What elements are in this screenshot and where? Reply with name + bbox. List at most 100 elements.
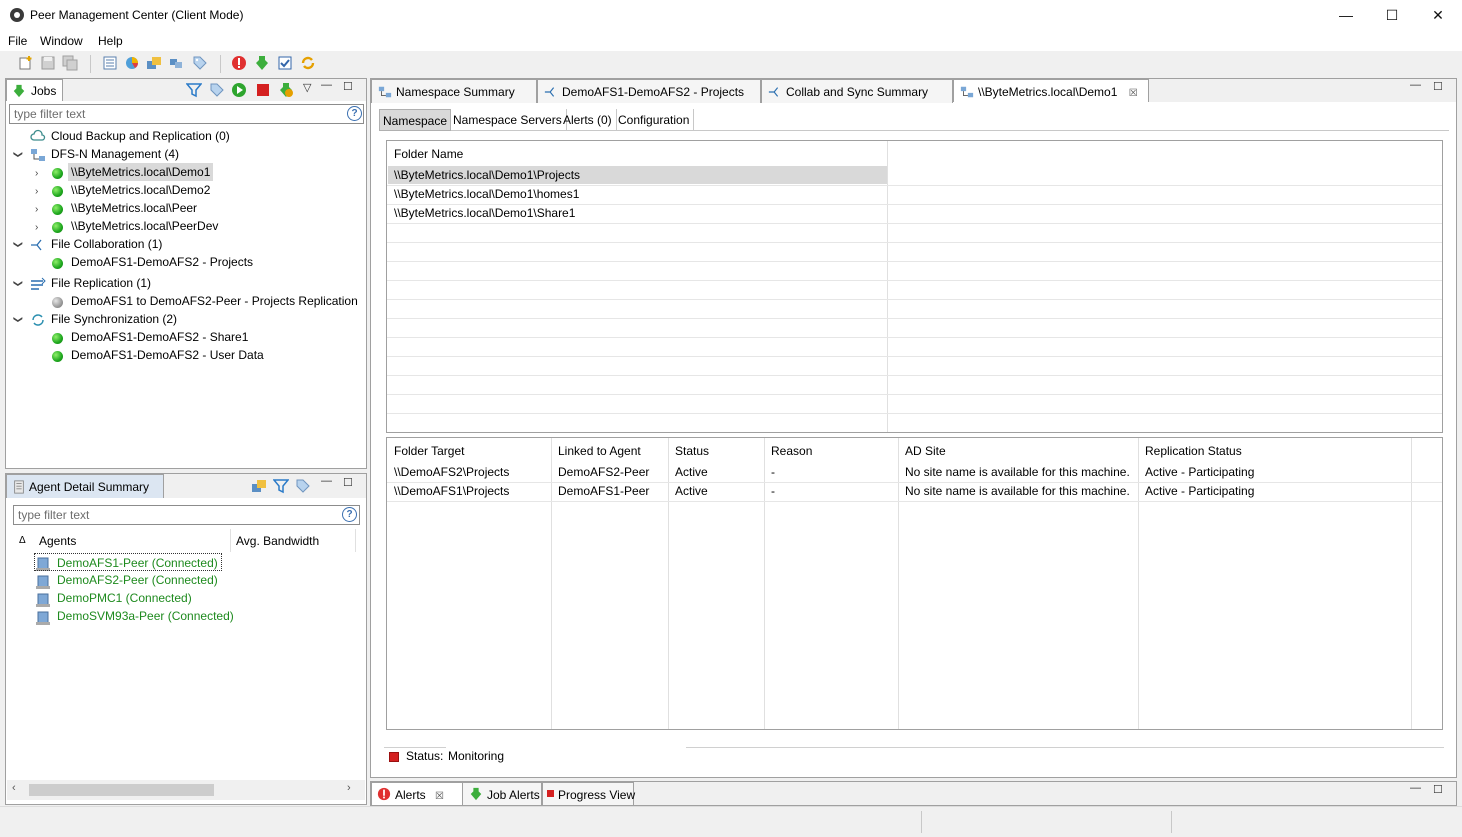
maximize-button[interactable]: ☐ <box>1369 0 1415 31</box>
expand-arrow-icon[interactable]: ❯ <box>12 241 23 249</box>
close-tab-icon[interactable]: ☒ <box>1129 88 1138 99</box>
folder-row[interactable]: \\ByteMetrics.local\Demo1\Projects <box>394 166 580 184</box>
expand-arrow-icon[interactable]: › <box>35 168 38 179</box>
tree-item-demo2[interactable]: \\ByteMetrics.local\Demo2 <box>71 181 210 199</box>
tree-item-replication-job[interactable]: DemoAFS1 to DemoAFS2-Peer - Projects Rep… <box>71 292 358 310</box>
help-icon[interactable]: ? <box>347 106 362 121</box>
col-ad-site[interactable]: AD Site <box>905 444 946 458</box>
tab-demo1-label: \\ByteMetrics.local\Demo1 <box>978 85 1118 99</box>
col-avg-bandwidth[interactable]: Avg. Bandwidth <box>236 534 319 548</box>
tag-icon[interactable] <box>209 82 225 98</box>
filter-icon[interactable] <box>273 478 289 494</box>
subtab-namespace-servers[interactable]: Namespace Servers <box>449 109 567 131</box>
tree-item-file-replication[interactable]: File Replication (1) <box>51 274 151 292</box>
tree-item-peer[interactable]: \\ByteMetrics.local\Peer <box>71 199 197 217</box>
save-all-icon[interactable] <box>62 55 78 71</box>
tree-item-dfsn[interactable]: DFS-N Management (4) <box>51 145 179 163</box>
menu-bar: File Window Help <box>0 31 1462 51</box>
agent-row-demoafs1[interactable]: DemoAFS1-Peer (Connected) <box>34 553 222 571</box>
chart-icon[interactable] <box>124 55 140 71</box>
expand-arrow-icon[interactable]: › <box>35 204 38 215</box>
minimize-view-icon[interactable]: — <box>1410 782 1421 794</box>
col-folder-target[interactable]: Folder Target <box>394 444 464 458</box>
agent-summary-icon <box>14 480 24 494</box>
tab-demoafs-projects[interactable]: DemoAFS1-DemoAFS2 - Projects <box>537 79 761 103</box>
tab-collab-sync-summary[interactable]: Collab and Sync Summary <box>761 79 953 103</box>
col-agents[interactable]: Agents <box>39 534 76 548</box>
subtab-alerts[interactable]: Alerts (0) <box>559 109 617 131</box>
tab-demo1[interactable]: \\ByteMetrics.local\Demo1 ☒ <box>953 79 1149 102</box>
new-job-icon[interactable] <box>18 55 34 71</box>
maximize-view-icon[interactable]: ☐ <box>343 80 353 93</box>
refresh-job-icon[interactable] <box>278 82 294 98</box>
scroll-left-icon[interactable]: ‹ <box>12 782 16 794</box>
alert-icon[interactable] <box>231 55 247 71</box>
tab-namespace-summary[interactable]: Namespace Summary <box>371 79 537 103</box>
tab-jobs[interactable]: Jobs <box>6 79 64 101</box>
scrollbar-thumb[interactable] <box>29 784 214 796</box>
minimize-view-icon[interactable]: — <box>1410 79 1421 91</box>
agent-row-demopmc1[interactable]: DemoPMC1 (Connected) <box>57 589 192 607</box>
tab-job-alerts[interactable]: Job Alerts <box>463 782 542 805</box>
status-green-icon <box>52 258 63 269</box>
close-tab-icon[interactable]: ☒ <box>435 791 444 802</box>
scroll-right-icon[interactable]: › <box>347 782 351 794</box>
menu-help[interactable]: Help <box>98 34 123 48</box>
check-task-icon[interactable] <box>277 55 293 71</box>
tree-item-file-collaboration[interactable]: File Collaboration (1) <box>51 235 162 253</box>
tree-item-file-synchronization[interactable]: File Synchronization (2) <box>51 310 177 328</box>
expand-arrow-icon[interactable]: › <box>35 186 38 197</box>
subtab-namespace[interactable]: Namespace <box>379 109 452 131</box>
expand-arrow-icon[interactable]: ❯ <box>12 151 23 159</box>
help-icon[interactable]: ? <box>342 507 357 522</box>
horizontal-scrollbar[interactable]: ‹ › <box>7 780 365 800</box>
agents-icon[interactable] <box>251 478 267 494</box>
menu-file[interactable]: File <box>8 34 27 48</box>
col-replication-status[interactable]: Replication Status <box>1145 444 1242 458</box>
tab-progress-view[interactable]: Progress View <box>542 782 635 805</box>
network-icon[interactable] <box>168 55 184 71</box>
tree-item-cloud-backup[interactable]: Cloud Backup and Replication (0) <box>51 127 230 145</box>
view-menu-icon[interactable]: ▽ <box>303 81 311 94</box>
minimize-view-icon[interactable]: — <box>321 475 332 487</box>
col-folder-name[interactable]: Folder Name <box>394 147 463 161</box>
col-linked-agent[interactable]: Linked to Agent <box>558 444 641 458</box>
agents-filter-input[interactable]: type filter text <box>13 505 360 525</box>
agents-icon[interactable] <box>146 55 162 71</box>
tag-icon[interactable] <box>192 55 208 71</box>
menu-window[interactable]: Window <box>40 34 83 48</box>
minimize-view-icon[interactable]: — <box>321 79 332 91</box>
expand-arrow-icon[interactable]: ❯ <box>12 280 23 288</box>
tab-alerts[interactable]: Alerts ☒ <box>371 782 463 805</box>
job-run-icon[interactable] <box>254 55 270 71</box>
minimize-button[interactable]: — <box>1323 0 1369 31</box>
properties-icon[interactable] <box>102 55 118 71</box>
expand-arrow-icon[interactable]: ❯ <box>12 316 23 324</box>
close-button[interactable]: ✕ <box>1415 0 1461 31</box>
tree-item-user-data[interactable]: DemoAFS1-DemoAFS2 - User Data <box>71 346 264 364</box>
maximize-view-icon[interactable]: ☐ <box>1433 80 1443 93</box>
col-reason[interactable]: Reason <box>771 444 812 458</box>
maximize-view-icon[interactable]: ☐ <box>1433 783 1443 796</box>
save-icon[interactable] <box>40 55 56 71</box>
tab-agent-detail-summary[interactable]: Agent Detail Summary <box>6 474 165 498</box>
subtab-configuration[interactable]: Configuration <box>614 109 695 131</box>
tree-item-peerdev[interactable]: \\ByteMetrics.local\PeerDev <box>71 217 218 235</box>
folder-row[interactable]: \\ByteMetrics.local\Demo1\homes1 <box>394 185 579 203</box>
col-status[interactable]: Status <box>675 444 709 458</box>
tree-item-demo1[interactable]: \\ByteMetrics.local\Demo1 <box>68 163 214 181</box>
sort-indicator: Δ <box>19 535 26 546</box>
jobs-filter-input[interactable]: type filter text <box>9 104 364 124</box>
tree-item-collab-projects[interactable]: DemoAFS1-DemoAFS2 - Projects <box>71 253 253 271</box>
folder-row[interactable]: \\ByteMetrics.local\Demo1\Share1 <box>394 204 575 222</box>
agent-row-demoafs2[interactable]: DemoAFS2-Peer (Connected) <box>57 571 218 589</box>
filter-icon[interactable] <box>186 82 202 98</box>
maximize-view-icon[interactable]: ☐ <box>343 476 353 489</box>
sync-icon[interactable] <box>300 55 316 71</box>
expand-arrow-icon[interactable]: › <box>35 222 38 233</box>
start-icon[interactable] <box>231 82 247 98</box>
agent-row-demosvm93a[interactable]: DemoSVM93a-Peer (Connected) <box>57 607 234 625</box>
stop-icon[interactable] <box>255 82 271 98</box>
tree-item-share1[interactable]: DemoAFS1-DemoAFS2 - Share1 <box>71 328 248 346</box>
tag-icon[interactable] <box>295 478 311 494</box>
